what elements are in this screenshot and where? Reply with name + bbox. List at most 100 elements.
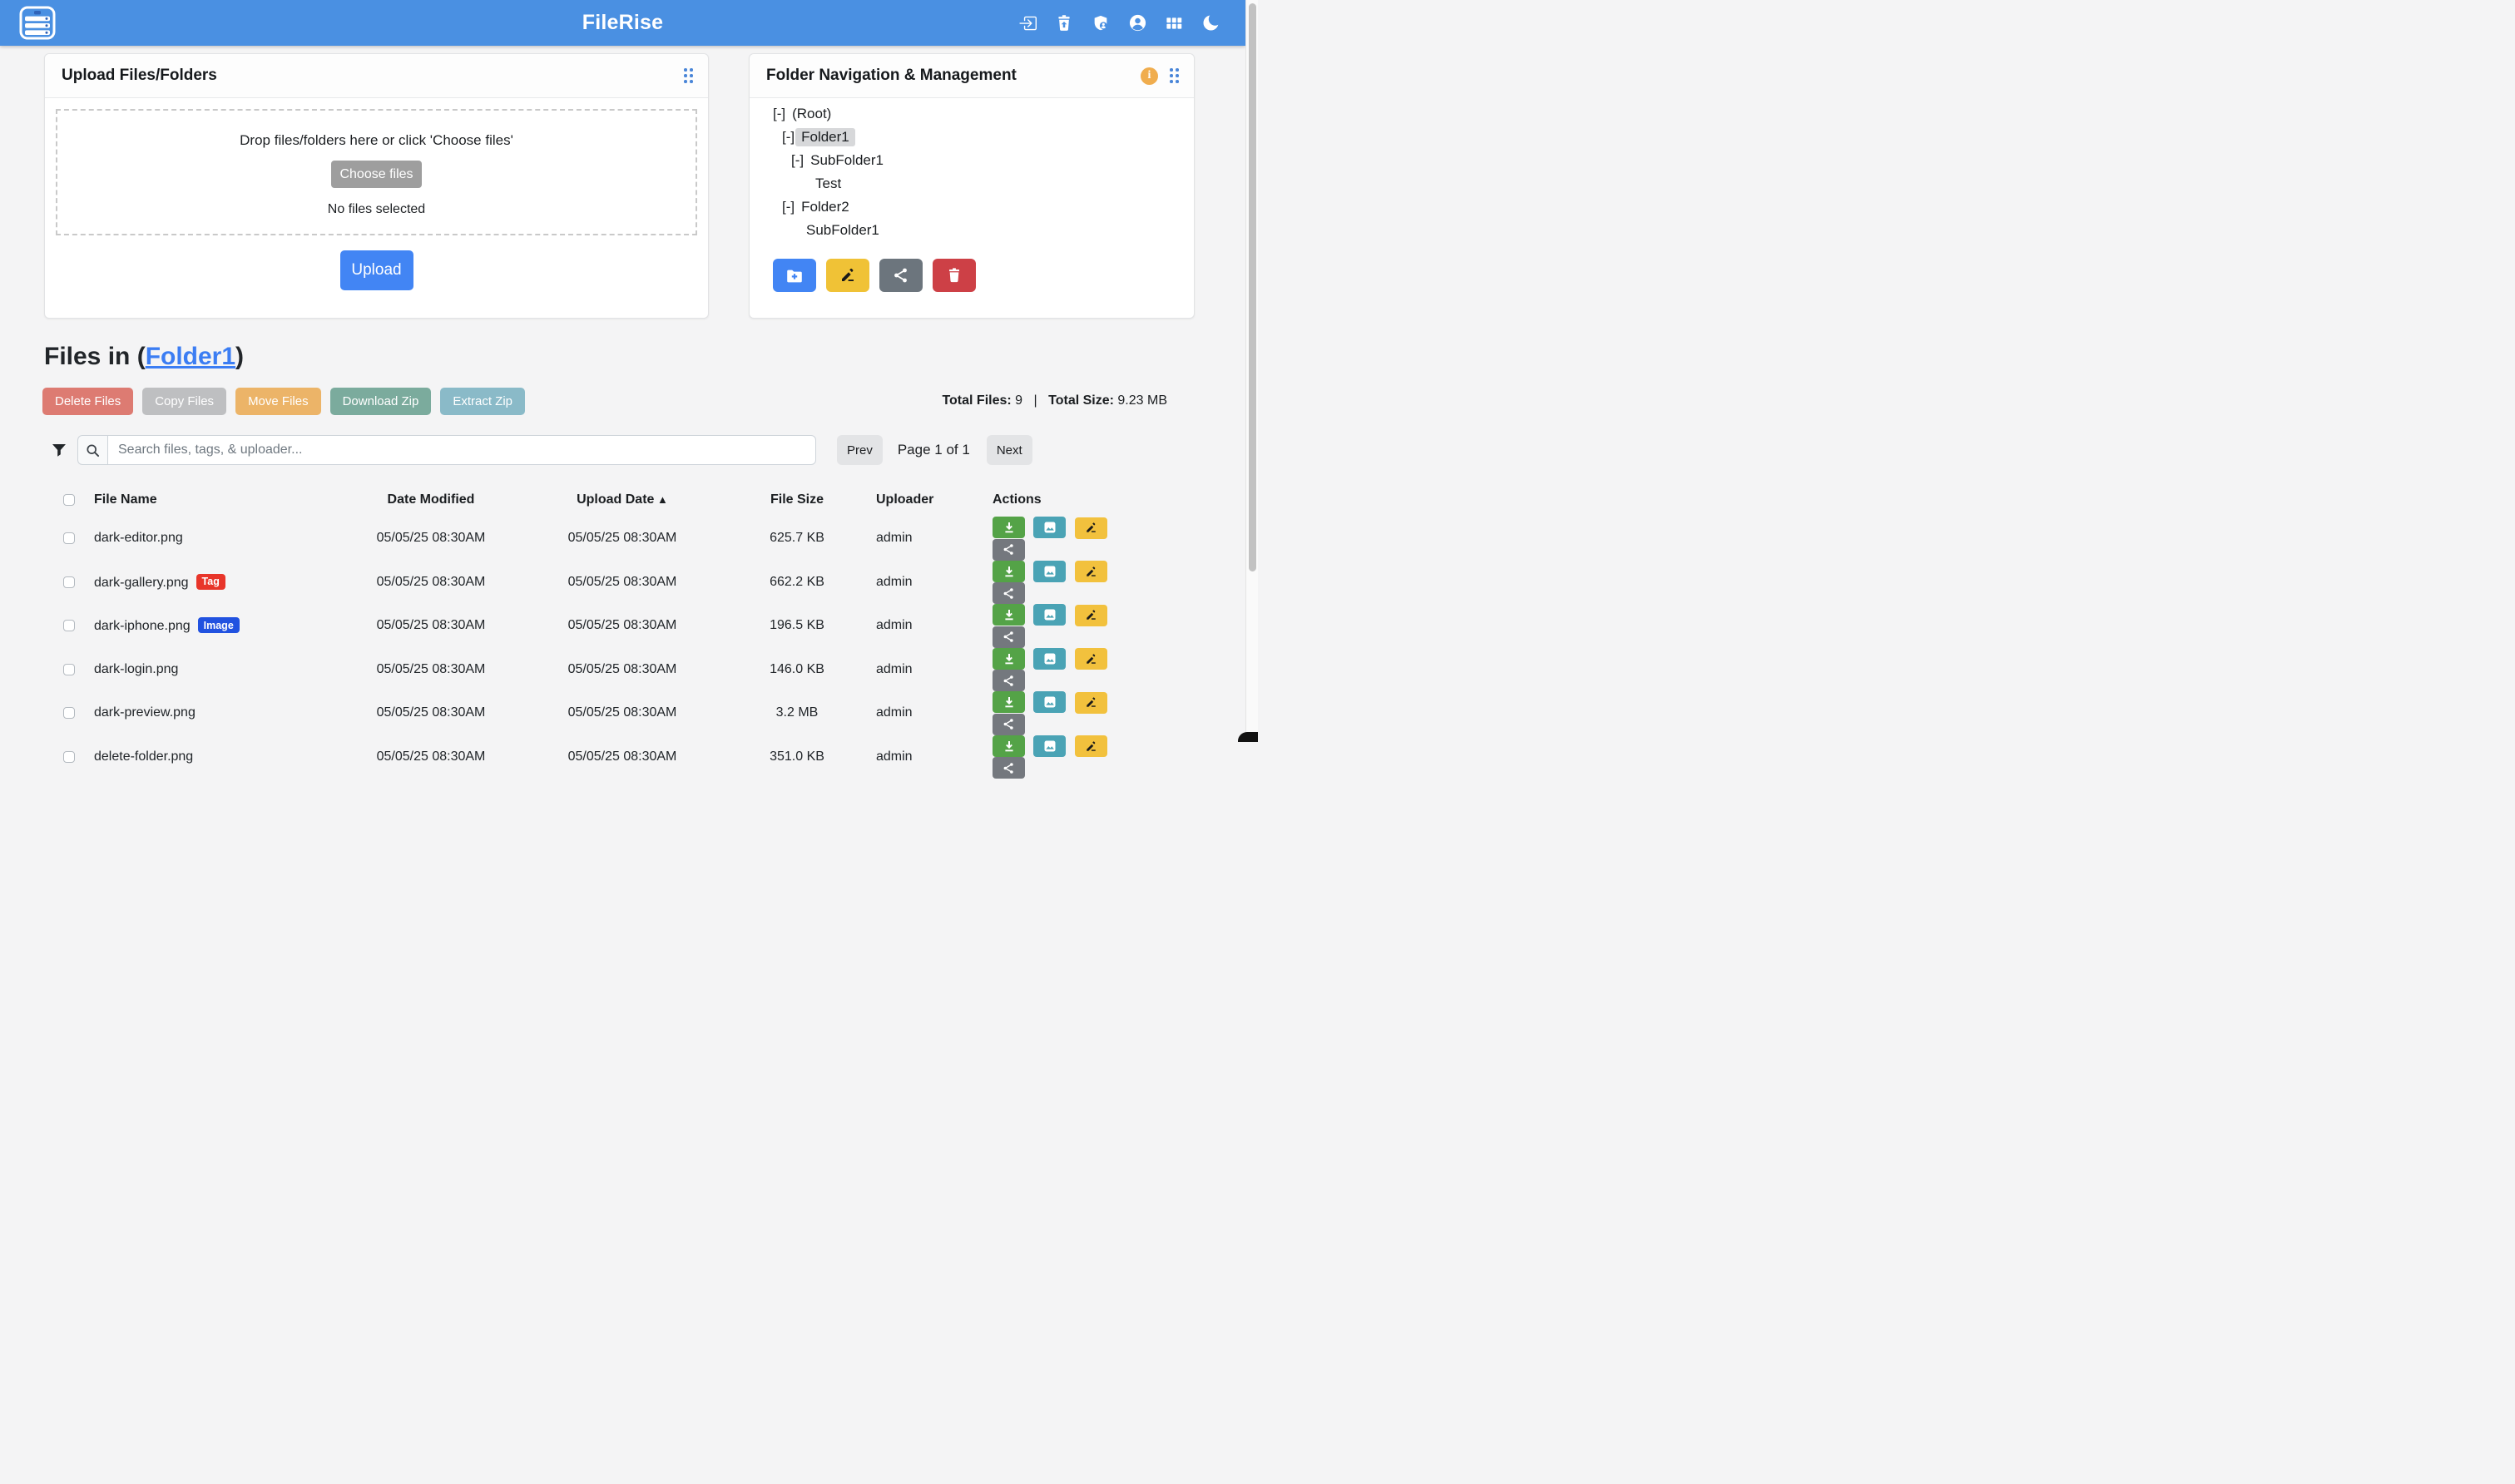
extract-zip-button[interactable]: Extract Zip xyxy=(440,388,525,415)
share-button[interactable] xyxy=(993,626,1025,648)
preview-image-button[interactable] xyxy=(1033,648,1066,670)
tree-folder-label[interactable]: Test xyxy=(815,176,841,192)
corner-peek xyxy=(1238,732,1258,742)
download-icon xyxy=(1003,521,1016,534)
drag-handle-icon[interactable] xyxy=(684,68,693,83)
choose-files-button[interactable]: Choose files xyxy=(331,161,422,188)
dark-mode-icon[interactable] xyxy=(1201,13,1220,33)
apps-grid-icon[interactable] xyxy=(1164,13,1184,33)
edit-button[interactable] xyxy=(1075,517,1107,539)
edit-button[interactable] xyxy=(1075,561,1107,582)
pencil-icon xyxy=(1085,696,1097,709)
preview-image-button[interactable] xyxy=(1033,604,1066,626)
row-checkbox[interactable] xyxy=(63,620,75,631)
column-header[interactable]: File Size xyxy=(718,483,876,517)
tree-collapse-toggle[interactable]: [-] xyxy=(782,129,795,146)
select-all-checkbox[interactable] xyxy=(63,494,75,506)
share-button[interactable] xyxy=(993,714,1025,735)
tree-item[interactable]: [-] Folder2 xyxy=(750,195,1194,219)
file-name[interactable]: dark-preview.png xyxy=(94,705,196,720)
preview-image-button[interactable] xyxy=(1033,735,1066,757)
tree-folder-label[interactable]: Folder1 xyxy=(795,128,855,146)
search-input[interactable] xyxy=(107,435,816,465)
download-zip-button[interactable]: Download Zip xyxy=(330,388,432,415)
row-checkbox[interactable] xyxy=(63,532,75,544)
tree-item[interactable]: SubFolder1 xyxy=(750,219,1194,242)
tree-folder-label[interactable]: SubFolder1 xyxy=(806,222,879,239)
preview-image-button[interactable] xyxy=(1033,561,1066,582)
download-button[interactable] xyxy=(993,517,1025,538)
file-name[interactable]: dark-gallery.png xyxy=(94,576,189,590)
scrollbar-thumb[interactable] xyxy=(1249,3,1256,571)
share-button[interactable] xyxy=(993,582,1025,604)
login-icon[interactable] xyxy=(1017,13,1037,33)
tree-collapse-toggle[interactable]: [-] xyxy=(791,152,804,169)
preview-image-button[interactable] xyxy=(1033,691,1066,713)
column-header[interactable]: Actions xyxy=(993,483,1151,517)
rename-folder-button[interactable] xyxy=(826,259,869,292)
trash-restore-icon[interactable] xyxy=(1054,13,1074,33)
tree-item[interactable]: [-]Folder1 xyxy=(750,126,1194,149)
tree-folder-label[interactable]: (Root) xyxy=(792,106,831,122)
filerise-logo-icon[interactable] xyxy=(19,6,56,40)
share-button[interactable] xyxy=(993,539,1025,561)
column-header[interactable]: Uploader xyxy=(876,483,993,517)
tree-folder-label[interactable]: Folder2 xyxy=(801,199,849,215)
prev-page-button[interactable]: Prev xyxy=(837,435,883,465)
column-header[interactable]: Upload Date ▲ xyxy=(527,483,718,517)
move-files-button[interactable]: Move Files xyxy=(235,388,321,415)
table-row: dark-login.png 05/05/25 08:30AM 05/05/25… xyxy=(44,648,1151,692)
next-page-button[interactable]: Next xyxy=(987,435,1032,465)
tree-item[interactable]: [-] (Root) xyxy=(750,102,1194,126)
create-folder-button[interactable] xyxy=(773,259,816,292)
tree-collapse-toggle[interactable]: [-] xyxy=(782,199,795,215)
file-table-body: dark-editor.png 05/05/25 08:30AM 05/05/2… xyxy=(44,517,1151,779)
account-icon[interactable] xyxy=(1127,13,1147,33)
edit-button[interactable] xyxy=(1075,605,1107,626)
info-icon[interactable]: i xyxy=(1141,67,1158,85)
share-button[interactable] xyxy=(993,757,1025,779)
upload-button[interactable]: Upload xyxy=(340,250,413,290)
file-name[interactable]: dark-login.png xyxy=(94,662,178,676)
drag-handle-icon[interactable] xyxy=(1170,68,1179,83)
download-button[interactable] xyxy=(993,561,1025,582)
uploader: admin xyxy=(876,561,993,605)
copy-files-button[interactable]: Copy Files xyxy=(142,388,226,415)
download-button[interactable] xyxy=(993,648,1025,670)
file-name[interactable]: dark-editor.png xyxy=(94,531,183,545)
current-folder-link[interactable]: Folder1 xyxy=(146,343,235,370)
delete-folder-button[interactable] xyxy=(933,259,976,292)
folder-card-title: Folder Navigation & Management xyxy=(766,67,1017,85)
download-button[interactable] xyxy=(993,604,1025,626)
file-name[interactable]: delete-folder.png xyxy=(94,749,193,764)
tree-item[interactable]: Test xyxy=(750,172,1194,195)
share-folder-button[interactable] xyxy=(879,259,923,292)
edit-button[interactable] xyxy=(1075,735,1107,757)
download-icon xyxy=(1003,695,1016,709)
table-row: dark-gallery.pngTag 05/05/25 08:30AM 05/… xyxy=(44,561,1151,605)
file-name[interactable]: dark-iphone.png xyxy=(94,619,191,633)
admin-shield-icon[interactable] xyxy=(1091,13,1111,33)
row-checkbox[interactable] xyxy=(63,576,75,588)
column-header[interactable]: File Name xyxy=(94,483,335,517)
edit-button[interactable] xyxy=(1075,648,1107,670)
image-icon xyxy=(1043,521,1057,534)
edit-button[interactable] xyxy=(1075,692,1107,714)
upload-dropzone[interactable]: Drop files/folders here or click 'Choose… xyxy=(56,109,697,235)
delete-files-button[interactable]: Delete Files xyxy=(42,388,133,415)
preview-image-button[interactable] xyxy=(1033,517,1066,538)
tree-item[interactable]: [-] SubFolder1 xyxy=(750,149,1194,172)
row-checkbox[interactable] xyxy=(63,707,75,719)
uploader: admin xyxy=(876,735,993,779)
download-button[interactable] xyxy=(993,735,1025,757)
date-modified: 05/05/25 08:30AM xyxy=(335,604,527,648)
filter-icon[interactable] xyxy=(52,443,67,458)
row-checkbox[interactable] xyxy=(63,751,75,763)
column-header[interactable]: Date Modified xyxy=(335,483,527,517)
tree-folder-label[interactable]: SubFolder1 xyxy=(810,152,884,169)
scrollbar-track[interactable] xyxy=(1245,0,1258,742)
row-checkbox[interactable] xyxy=(63,664,75,675)
tree-collapse-toggle[interactable]: [-] xyxy=(773,106,785,122)
download-button[interactable] xyxy=(993,691,1025,713)
share-button[interactable] xyxy=(993,670,1025,691)
